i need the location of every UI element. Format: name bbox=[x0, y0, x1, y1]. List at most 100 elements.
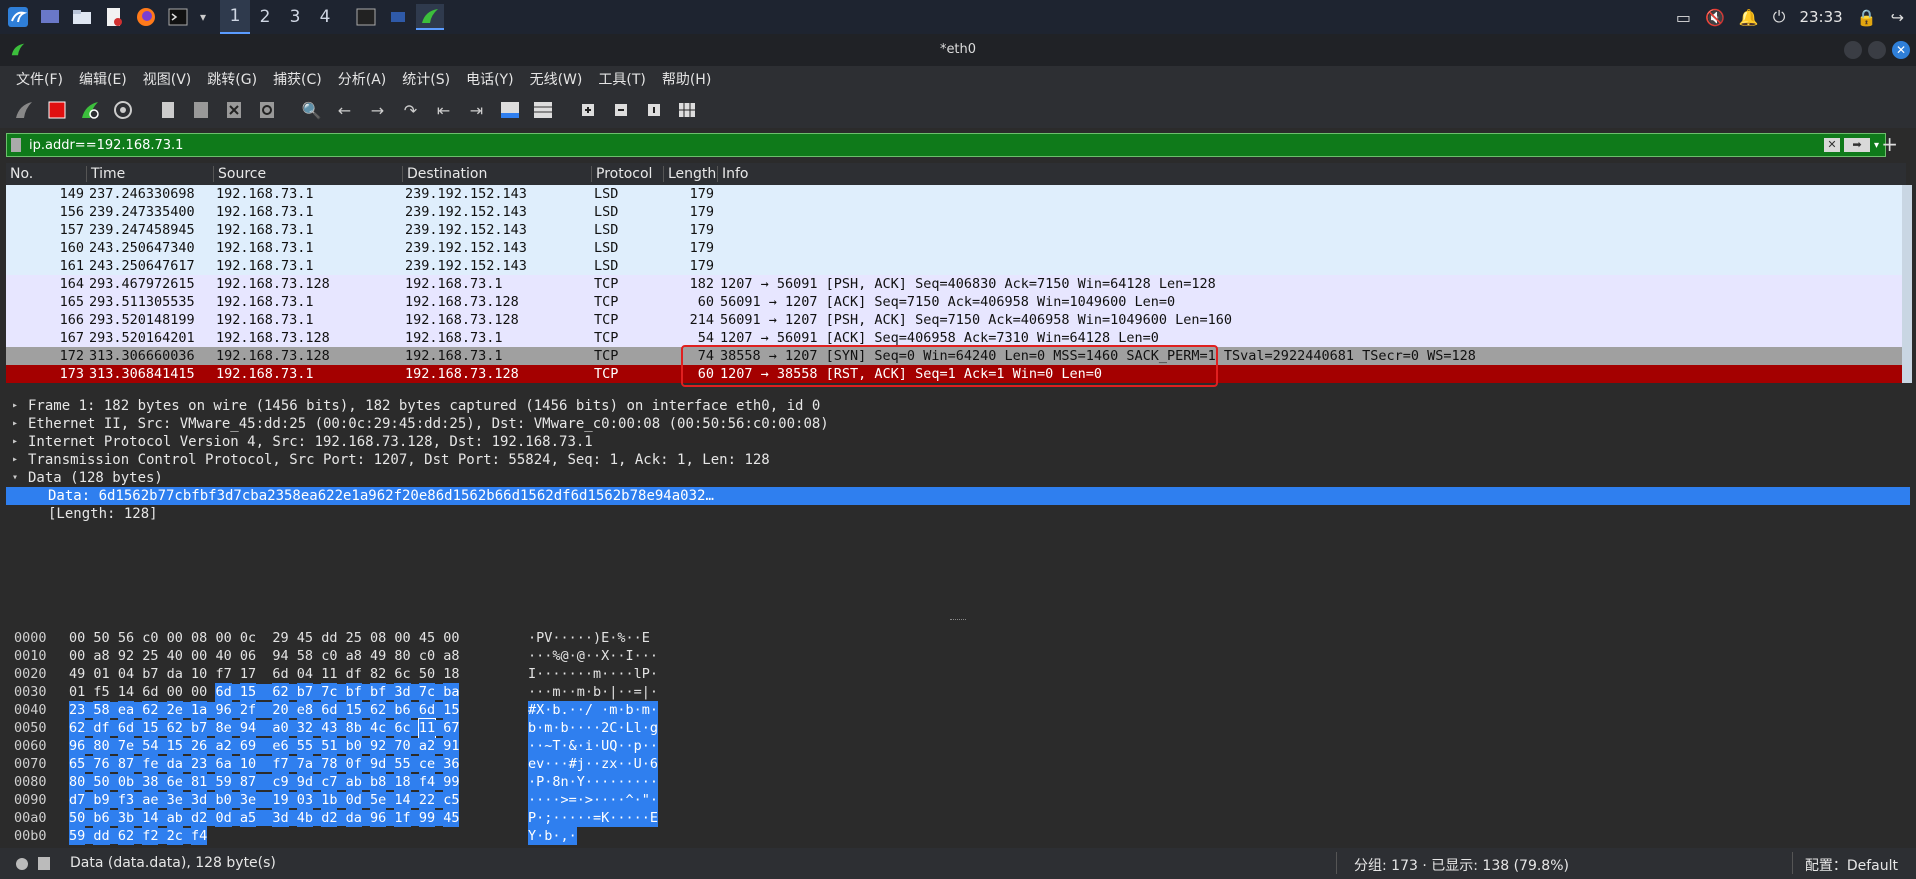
hex-byte[interactable]: 55 bbox=[296, 737, 314, 755]
hex-byte[interactable]: 43 bbox=[321, 719, 338, 737]
hex-byte[interactable]: dd bbox=[93, 827, 110, 845]
hex-bytes[interactable]: 96 80 7e 54 15 26 a2 69 e6 55 51 b0 92 7… bbox=[69, 737, 468, 755]
hex-byte[interactable]: b7 bbox=[142, 665, 158, 683]
terminal-icon[interactable] bbox=[164, 4, 192, 30]
hex-byte[interactable]: 14 bbox=[142, 809, 159, 827]
hex-byte[interactable]: bf bbox=[370, 683, 387, 701]
hex-byte[interactable]: 45 bbox=[443, 809, 460, 827]
lock-icon[interactable]: 🔒 bbox=[1857, 8, 1877, 27]
table-row[interactable]: 166 293.520148199 192.168.73.1 192.168.73.1… bbox=[6, 311, 1906, 329]
hex-byte[interactable]: 08 bbox=[191, 629, 207, 647]
detail-tree-item[interactable]: Data: 6d1562b77cbfbf3d7cba2358ea622e1a96… bbox=[6, 487, 1910, 505]
hex-byte[interactable]: 6c bbox=[394, 719, 411, 737]
hex-byte[interactable]: 6d bbox=[418, 701, 436, 719]
hex-bytes[interactable]: 00 a8 92 25 40 00 40 06 94 58 c0 a8 49 8… bbox=[69, 647, 468, 665]
start-capture-icon[interactable] bbox=[10, 97, 37, 124]
hex-byte[interactable]: 58 bbox=[93, 701, 110, 719]
hex-byte[interactable]: 76 bbox=[93, 755, 110, 773]
hex-byte[interactable]: b8 bbox=[370, 773, 387, 791]
hex-byte[interactable]: 80 bbox=[93, 737, 110, 755]
hex-byte[interactable]: 25 bbox=[346, 629, 362, 647]
hex-byte[interactable]: 2e bbox=[166, 701, 183, 719]
detail-tree-item[interactable]: ▸ Ethernet II, Src: VMware_45:dd:25 (00:0… bbox=[6, 415, 1910, 433]
hex-byte[interactable]: da bbox=[345, 809, 362, 827]
hex-byte[interactable]: 62 bbox=[117, 827, 135, 845]
open-file-icon[interactable] bbox=[154, 97, 181, 124]
col-header-protocol[interactable]: Protocol bbox=[591, 166, 652, 182]
hex-byte[interactable]: a8 bbox=[346, 647, 362, 665]
hex-byte[interactable]: 51 bbox=[321, 737, 338, 755]
menu-capture[interactable]: 捕获(C) bbox=[265, 69, 330, 89]
hex-byte[interactable]: 50 bbox=[69, 809, 86, 827]
capture-comment-icon[interactable] bbox=[38, 857, 50, 870]
hex-byte[interactable]: 56 bbox=[118, 629, 134, 647]
stop-capture-icon[interactable] bbox=[43, 97, 70, 124]
notification-bell-icon[interactable]: 🔔 bbox=[1739, 8, 1759, 27]
file-manager-icon[interactable] bbox=[68, 4, 96, 30]
expert-info-icon[interactable] bbox=[16, 858, 28, 870]
expand-arrow-icon[interactable]: ▸ bbox=[12, 415, 18, 433]
menu-help[interactable]: 帮助(H) bbox=[654, 69, 719, 89]
hex-byte[interactable]: b6 bbox=[93, 809, 110, 827]
hex-byte[interactable]: 45 bbox=[297, 629, 313, 647]
hex-byte[interactable]: 59 bbox=[215, 773, 232, 791]
hex-bytes[interactable]: 59 dd 62 f2 2c f4 bbox=[69, 827, 215, 845]
hex-byte[interactable]: 6d bbox=[321, 701, 338, 719]
hex-byte[interactable]: 04 bbox=[118, 665, 134, 683]
restart-capture-icon[interactable] bbox=[76, 97, 103, 124]
hex-byte[interactable]: a2 bbox=[418, 737, 436, 755]
hex-byte[interactable]: 00 bbox=[443, 629, 459, 647]
hex-byte[interactable]: 80 bbox=[69, 773, 86, 791]
hex-byte[interactable]: a2 bbox=[215, 737, 232, 755]
hex-byte[interactable]: 62 bbox=[370, 701, 387, 719]
hex-byte[interactable]: bf bbox=[345, 683, 362, 701]
zoom-in-icon[interactable] bbox=[574, 97, 601, 124]
capture-options-gear-icon[interactable] bbox=[109, 97, 136, 124]
hex-byte[interactable]: 5e bbox=[370, 791, 387, 809]
hex-byte[interactable]: e6 bbox=[272, 737, 289, 755]
hex-byte[interactable]: ab bbox=[166, 809, 183, 827]
hex-bytes[interactable]: 80 50 0b 38 6e 81 59 87 c9 9d c7 ab b8 1… bbox=[69, 773, 468, 791]
hex-byte[interactable]: b9 bbox=[93, 791, 110, 809]
menu-file[interactable]: 文件(F) bbox=[8, 69, 71, 89]
hex-bytes[interactable]: 50 b6 3b 14 ab d2 0d a5 3d 4b d2 da 96 1… bbox=[69, 809, 468, 827]
save-file-icon[interactable] bbox=[187, 97, 214, 124]
hex-byte[interactable]: df bbox=[93, 719, 110, 737]
hex-byte[interactable]: 29 bbox=[272, 629, 288, 647]
hex-byte[interactable]: f7 bbox=[272, 755, 289, 773]
task-window-icon[interactable] bbox=[384, 4, 412, 30]
colorize-icon[interactable] bbox=[529, 97, 556, 124]
hex-byte[interactable]: 03 bbox=[296, 791, 314, 809]
hex-bytes[interactable]: 00 50 56 c0 00 08 00 0c 29 45 dd 25 08 0… bbox=[69, 629, 468, 647]
hex-byte[interactable]: 49 bbox=[69, 665, 85, 683]
hex-byte[interactable]: da bbox=[167, 665, 183, 683]
hex-byte[interactable]: d7 bbox=[69, 791, 86, 809]
hex-byte[interactable]: 4c bbox=[370, 719, 387, 737]
packet-list-scrollbar[interactable] bbox=[1902, 185, 1912, 383]
hex-byte[interactable]: 80 bbox=[394, 647, 410, 665]
hex-byte[interactable]: 50 bbox=[419, 665, 435, 683]
menu-analyze[interactable]: 分析(A) bbox=[330, 69, 395, 89]
go-to-packet-icon[interactable]: ↷ bbox=[397, 97, 424, 124]
hex-byte[interactable]: 40 bbox=[167, 647, 183, 665]
hex-byte[interactable]: 58 bbox=[297, 647, 313, 665]
table-row[interactable]: 172 313.306660036 192.168.73.128 192.168.73… bbox=[6, 347, 1906, 365]
hex-byte[interactable]: 00 bbox=[191, 647, 207, 665]
hex-ascii[interactable]: ·P·8n·Y········· bbox=[528, 773, 659, 791]
hex-byte[interactable]: 10 bbox=[239, 755, 257, 773]
hex-byte[interactable]: 3b bbox=[117, 809, 135, 827]
desktop-icon[interactable] bbox=[36, 4, 64, 30]
add-filter-button[interactable]: + bbox=[1881, 132, 1898, 156]
hex-byte[interactable]: dd bbox=[321, 629, 337, 647]
hex-bytes[interactable]: d7 b9 f3 ae 3e 3d b0 3e 19 03 1b 0d 5e 1… bbox=[69, 791, 468, 809]
expand-arrow-icon[interactable]: ▸ bbox=[12, 433, 18, 451]
hex-ascii[interactable]: I·······m····lP· bbox=[528, 665, 658, 683]
hex-byte[interactable]: 94 bbox=[239, 719, 257, 737]
hex-byte[interactable]: a0 bbox=[272, 719, 289, 737]
hex-byte[interactable]: c9 bbox=[272, 773, 289, 791]
hex-byte[interactable]: 26 bbox=[191, 737, 208, 755]
hex-byte[interactable]: c0 bbox=[142, 629, 158, 647]
hex-byte[interactable]: 2f bbox=[239, 701, 257, 719]
hex-byte[interactable]: f4 bbox=[191, 827, 208, 845]
chevron-down-icon[interactable]: ▾ bbox=[196, 4, 210, 30]
